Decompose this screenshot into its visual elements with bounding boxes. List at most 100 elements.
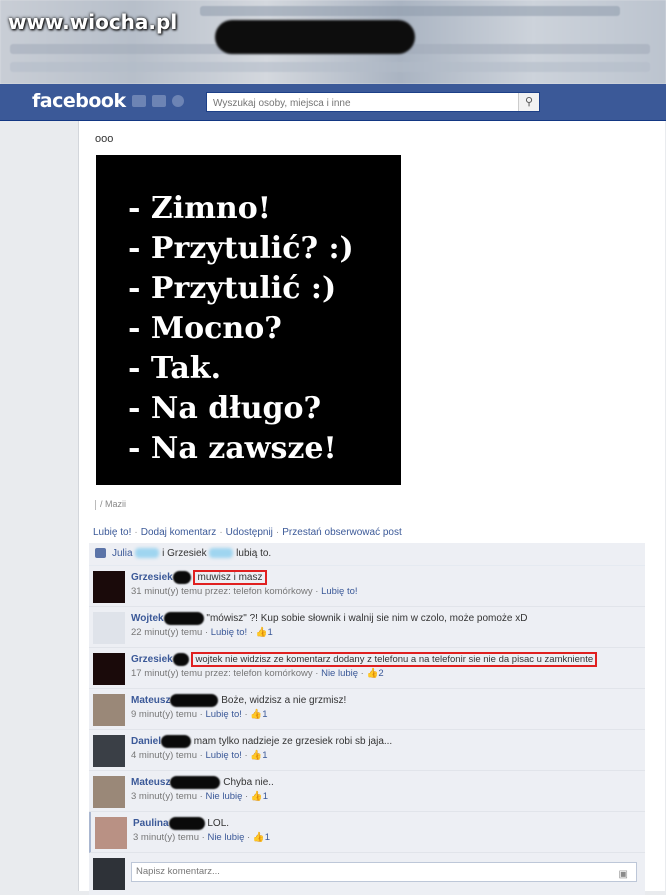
likes-summary: Julia i Grzesiek lubią to. (89, 543, 645, 566)
share-link[interactable]: Udostępnij (226, 527, 273, 538)
like-comment-link[interactable]: Lubię to! (211, 627, 247, 638)
image-line: - Przytulić :) (128, 271, 337, 306)
censor-blot (170, 776, 221, 789)
comment-time[interactable]: 9 minut(y) temu (131, 709, 197, 720)
comment-text: Boże, widzisz a nie grzmisz! (221, 695, 347, 707)
censor-blot (163, 612, 204, 625)
comment-time[interactable]: 3 minut(y) temu (133, 832, 199, 843)
search-input[interactable] (211, 94, 515, 112)
like-count[interactable]: 1 (265, 832, 270, 843)
comment-meta: 17 minut(y) temu przez: telefon komórkow… (131, 668, 384, 680)
avatar[interactable] (93, 612, 125, 644)
thumbs-up-icon[interactable]: 👍 (253, 832, 265, 843)
watermark: www.wiocha.pl (8, 10, 178, 34)
notifications-icon[interactable] (172, 95, 184, 107)
via-text[interactable]: / Mazii (100, 499, 126, 509)
comment-body: Mateusz Boże, widzisz a nie grzmisz! 9 m… (131, 694, 346, 722)
like-comment-link[interactable]: Lubię to! (321, 586, 357, 597)
comment-meta: 4 minut(y) temu · Lubię to! · 👍1 (131, 750, 268, 762)
comment-text: wojtek nie widzisz ze komentarz dodany z… (191, 652, 598, 668)
comment-item: Grzesiek muwisz i masz 31 minut(y) temu … (89, 566, 645, 607)
post-page: ooo - Zimno! - Przytulić? :) - Przytulić… (78, 121, 665, 895)
unfollow-link[interactable]: Przestań obserwować post (282, 527, 402, 538)
comment-text: Chyba nie.. (223, 777, 274, 789)
comment-text: muwisz i masz (193, 570, 267, 586)
like-comment-link[interactable]: Lubię to! (205, 709, 241, 720)
unlike-comment-link[interactable]: Nie lubię (205, 791, 242, 802)
comment-body: Paulina LOL. 3 minut(y) temu · Nie lubię… (133, 817, 270, 845)
like-link[interactable]: Lubię to! (93, 527, 131, 538)
search-icon[interactable]: ⚲ (518, 93, 539, 111)
comment-item: Grzesiek wojtek nie widzisz ze komentarz… (89, 648, 645, 689)
messages-icon[interactable] (152, 95, 166, 107)
comment-author[interactable]: Grzesiek (131, 572, 173, 583)
comment-time[interactable]: 22 minut(y) temu (131, 627, 202, 638)
like-count[interactable]: 1 (262, 750, 267, 761)
comment-meta: 31 minut(y) temu przez: telefon komórkow… (131, 586, 358, 598)
comment-author[interactable]: Mateusz (131, 777, 170, 788)
censor-blot (172, 571, 191, 584)
like-count[interactable]: 2 (378, 668, 383, 679)
comment-author[interactable]: Mateusz (131, 695, 170, 706)
avatar[interactable] (95, 817, 127, 849)
comment-time[interactable]: 31 minut(y) temu przez: telefon komórkow… (131, 586, 313, 597)
comment-meta: 22 minut(y) temu · Lubię to! · 👍1 (131, 627, 273, 639)
comments-section: Julia i Grzesiek lubią to. Grzesiek muwi… (89, 543, 645, 895)
image-line: - Na zawsze! (128, 431, 337, 466)
comment-text: "mówisz" ?! Kup sobie słownik i walnij s… (206, 613, 528, 625)
camera-icon[interactable]: ▣ (619, 866, 628, 884)
comment-placeholder: Napisz komentarz... (136, 866, 220, 877)
image-line: - Na długo? (128, 391, 322, 426)
avatar[interactable] (93, 571, 125, 603)
like-count[interactable]: 1 (267, 627, 272, 638)
censor-blot (161, 735, 192, 748)
comment-body: Mateusz Chyba nie.. 3 minut(y) temu · Ni… (131, 776, 274, 804)
comment-input[interactable]: Napisz komentarz... ▣ (131, 862, 637, 882)
thumbs-up-icon[interactable]: 👍 (250, 750, 262, 761)
comment-author[interactable]: Paulina (133, 818, 169, 829)
blurred-bar (200, 6, 620, 16)
unlike-comment-link[interactable]: Nie lubię (207, 832, 244, 843)
post-image[interactable]: - Zimno! - Przytulić? :) - Przytulić :) … (96, 155, 401, 485)
comment-author[interactable]: Wojtek (131, 613, 164, 624)
censor-blot (172, 653, 189, 666)
censor-blot (168, 817, 205, 830)
avatar[interactable] (93, 776, 125, 808)
comment-time[interactable]: 4 minut(y) temu (131, 750, 197, 761)
avatar[interactable] (93, 694, 125, 726)
liker-name[interactable]: i Grzesiek (162, 548, 206, 559)
search-box: ⚲ (206, 92, 540, 112)
liker-name[interactable]: Julia (112, 548, 133, 559)
unlike-comment-link[interactable]: Nie lubię (321, 668, 358, 679)
avatar[interactable] (93, 858, 125, 890)
facebook-logo[interactable]: facebook (32, 90, 126, 112)
image-line: - Zimno! (128, 191, 271, 226)
comment-text: LOL. (207, 818, 230, 830)
comment-time[interactable]: 17 minut(y) temu przez: telefon komórkow… (131, 668, 313, 679)
thumbs-up-icon[interactable]: 👍 (256, 627, 268, 638)
comment-body: Daniel mam tylko nadzieje ze grzesiek ro… (131, 735, 392, 763)
like-count[interactable]: 1 (263, 791, 268, 802)
like-count[interactable]: 1 (262, 709, 267, 720)
comment-body: Grzesiek wojtek nie widzisz ze komentarz… (131, 652, 598, 681)
thumbs-up-icon[interactable]: 👍 (250, 709, 262, 720)
comment-meta: 9 minut(y) temu · Lubię to! · 👍1 (131, 709, 268, 721)
avatar[interactable] (93, 735, 125, 767)
thumbs-up-icon[interactable]: 👍 (367, 668, 379, 679)
thumbs-up-icon[interactable]: 👍 (251, 791, 263, 802)
comment-author[interactable]: Daniel (131, 736, 161, 747)
avatar[interactable] (93, 653, 125, 685)
image-text: - Zimno! - Przytulić? :) - Przytulić :) … (128, 189, 354, 469)
comment-time[interactable]: 3 minut(y) temu (131, 791, 197, 802)
comment-text: mam tylko nadzieje ze grzesiek robi sb j… (193, 736, 393, 748)
add-comment-link[interactable]: Dodaj komentarz (141, 527, 217, 538)
comment-meta: 3 minut(y) temu · Nie lubię · 👍1 (133, 832, 271, 844)
comment-body: Grzesiek muwisz i masz 31 minut(y) temu … (131, 570, 358, 599)
like-comment-link[interactable]: Lubię to! (205, 750, 241, 761)
friend-requests-icon[interactable] (132, 95, 146, 107)
image-line: - Przytulić? :) (128, 231, 354, 266)
likes-suffix: lubią to. (236, 548, 272, 559)
comment-author[interactable]: Grzesiek (131, 654, 173, 665)
write-comment-row: Napisz komentarz... ▣ (89, 853, 645, 895)
comment-item: Mateusz Chyba nie.. 3 minut(y) temu · Ni… (89, 771, 645, 812)
